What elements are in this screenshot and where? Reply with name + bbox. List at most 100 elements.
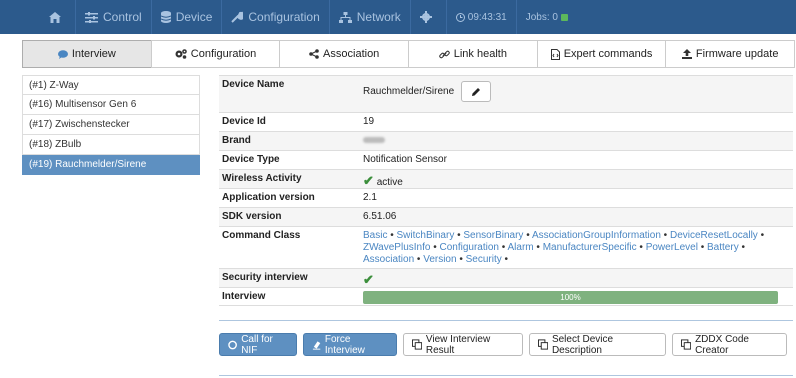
nav-configuration-label: Configuration — [248, 10, 320, 24]
tab-interview-label: Interview — [71, 48, 116, 60]
device-info-table: Device Name Rauchmelder/Sirene Device Id… — [219, 75, 793, 306]
clock: 09:43:31 — [445, 0, 516, 34]
nav-device[interactable]: Device — [150, 0, 222, 34]
clock-icon — [455, 12, 465, 22]
device-list: (#1) Z-Way (#16) Multisensor Gen 6 (#17)… — [22, 75, 200, 175]
wireless-cell: ✔ active — [360, 170, 793, 188]
call-nif-label: Call for NIF — [241, 333, 273, 356]
sitemap-icon — [338, 11, 352, 23]
pencil-icon — [471, 87, 480, 96]
device-id-label: Device Id — [222, 116, 266, 127]
jobs-status-dot — [560, 13, 568, 21]
tab-association[interactable]: Association — [279, 40, 409, 68]
command-class-link[interactable]: Configuration — [440, 242, 499, 253]
command-class-link[interactable]: DeviceResetLocally — [670, 230, 758, 241]
bottom-divider — [219, 375, 793, 376]
wireless-label: Wireless Activity — [222, 173, 302, 184]
action-bar: Call for NIF Force Interview View Interv… — [219, 320, 793, 356]
separator-dot: • — [498, 242, 508, 253]
interview-progress-bar: 100% — [363, 291, 778, 304]
command-class-link[interactable]: SwitchBinary — [397, 230, 455, 241]
check-icon: ✔ — [363, 173, 374, 188]
tab-expert-commands[interactable]: Expert commands — [536, 40, 666, 68]
nav-configuration[interactable]: Configuration — [221, 0, 328, 34]
app-version-value: 2.1 — [363, 192, 377, 203]
device-item[interactable]: (#16) Multisensor Gen 6 — [22, 95, 200, 115]
separator-dot: • — [501, 254, 509, 265]
command-class-link[interactable]: Version — [423, 254, 456, 265]
copy-icon — [680, 339, 692, 350]
command-class-link[interactable]: ManufacturerSpecific — [543, 242, 637, 253]
jobs-label: Jobs: 0 — [525, 11, 558, 23]
security-value: ✔ — [360, 269, 793, 287]
zddx-code-creator-button[interactable]: ZDDX Code Creator — [671, 333, 787, 356]
tab-link-health[interactable]: Link health — [408, 40, 537, 68]
security-label: Security interview — [222, 272, 308, 283]
row-device-name: Device Name Rauchmelder/Sirene — [219, 75, 793, 112]
main-nav: Control Device Configuration Network 09:… — [40, 0, 577, 34]
command-class-link[interactable]: Alarm — [508, 242, 534, 253]
interview-cell: 100% — [360, 288, 793, 305]
command-class-link[interactable]: SensorBinary — [463, 230, 523, 241]
row-command-class: Command Class Basic • SwitchBinary • Sen… — [219, 226, 793, 268]
command-class-link[interactable]: Basic — [363, 230, 387, 241]
circle-icon — [228, 340, 237, 349]
gear-icon — [419, 11, 432, 23]
tab-firmware-update[interactable]: Firmware update — [665, 40, 796, 68]
nav-home[interactable] — [40, 0, 75, 34]
edit-name-button[interactable] — [460, 81, 491, 102]
nav-control[interactable]: Control — [75, 0, 151, 34]
select-device-description-button[interactable]: Select Device Description — [528, 333, 666, 356]
device-item[interactable]: (#18) ZBulb — [22, 135, 200, 155]
separator-dot: • — [533, 242, 543, 253]
device-name-cell: Rauchmelder/Sirene — [360, 76, 793, 112]
command-class-link[interactable]: ZWavePlusInfo — [363, 242, 430, 253]
tab-interview[interactable]: Interview — [22, 40, 151, 68]
view-interview-result-label: View Interview Result — [425, 333, 491, 356]
command-class-link[interactable]: AssociationGroupInformation — [532, 230, 661, 241]
cogs-icon — [175, 49, 187, 59]
row-app-version: Application version 2.1 — [219, 188, 793, 207]
device-item[interactable]: (#17) Zwischenstecker — [22, 115, 200, 135]
separator-dot: • — [430, 242, 440, 253]
sdk-value: 6.51.06 — [363, 211, 397, 222]
tab-configuration[interactable]: Configuration — [150, 40, 280, 68]
call-nif-button[interactable]: Call for NIF — [219, 333, 297, 356]
device-name-label: Device Name — [222, 79, 285, 90]
device-type-value: Notification Sensor — [363, 154, 447, 165]
row-security: Security interview ✔ — [219, 268, 793, 287]
command-class-label: Command Class — [222, 230, 301, 241]
force-interview-button[interactable]: Force Interview — [302, 333, 397, 356]
command-class-link[interactable]: Battery — [707, 242, 739, 253]
file-code-icon — [550, 48, 560, 60]
separator-dot: • — [757, 230, 765, 241]
sdk-label: SDK version — [222, 211, 282, 222]
nav-network[interactable]: Network — [328, 0, 410, 34]
device-item-selected[interactable]: (#19) Rauchmelder/Sirene — [22, 155, 200, 175]
nav-device-label: Device — [175, 10, 213, 24]
copy-icon — [537, 339, 548, 350]
separator-dot: • — [414, 254, 424, 265]
sliders-icon — [85, 11, 98, 23]
row-device-id: Device Id 19 — [219, 112, 793, 131]
separator-dot: • — [697, 242, 708, 253]
device-item[interactable]: (#1) Z-Way — [22, 75, 200, 95]
nav-settings[interactable] — [409, 0, 446, 34]
clock-time: 09:43:31 — [467, 11, 507, 23]
device-type-label: Device Type — [222, 154, 280, 165]
brand-redacted — [363, 137, 385, 144]
select-device-description-label: Select Device Description — [551, 333, 614, 356]
view-interview-result-button[interactable]: View Interview Result — [402, 333, 523, 356]
jobs-indicator[interactable]: Jobs: 0 — [515, 0, 577, 34]
separator-dot: • — [387, 230, 397, 241]
row-brand: Brand — [219, 131, 793, 150]
tab-configuration-label: Configuration — [190, 48, 257, 60]
command-class-link[interactable]: Association — [363, 254, 414, 265]
command-class-link[interactable]: Security — [466, 254, 502, 265]
force-interview-label: Force Interview — [324, 333, 365, 356]
tab-link-health-label: Link health — [453, 48, 507, 60]
tab-association-label: Association — [323, 48, 380, 60]
wrench-icon — [231, 11, 244, 23]
device-tabs: Interview Configuration Association Link… — [22, 40, 796, 68]
command-class-link[interactable]: PowerLevel — [646, 242, 698, 253]
